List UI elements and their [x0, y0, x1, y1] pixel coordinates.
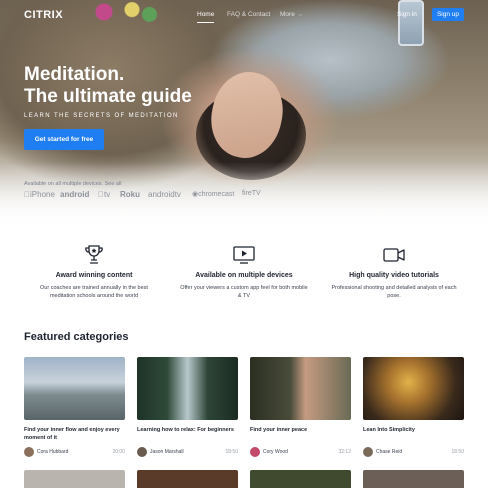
- card-author: Cora Hubbard: [37, 449, 69, 455]
- feature-video: High quality video tutorials Professiona…: [324, 244, 464, 300]
- card-thumbnail[interactable]: [363, 357, 464, 420]
- feature-description: Our coaches are trained annually in the …: [40, 285, 148, 299]
- category-card[interactable]: Learning how to relax: For beginners Jas…: [137, 357, 238, 458]
- logo[interactable]: CITRIX: [24, 9, 63, 21]
- card-author: Chase Reid: [376, 449, 403, 455]
- chevron-down-icon: ⌵: [298, 12, 303, 18]
- category-card[interactable]: Find your inner flow and enjoy every mom…: [24, 357, 125, 458]
- card-title[interactable]: Find your inner peace: [250, 426, 351, 442]
- card-author: Jason Marshall: [150, 449, 184, 455]
- feature-title: High quality video tutorials: [349, 272, 439, 279]
- card-meta: Cory Wood 32:12: [250, 446, 351, 458]
- get-started-button[interactable]: Get started for free: [24, 129, 104, 150]
- hero-subtitle: LEARN THE SECRETS OF MEDITATION: [24, 113, 179, 119]
- avatar: [24, 447, 34, 457]
- hero-title-line-1: Meditation.: [24, 64, 125, 85]
- card-thumbnail[interactable]: [250, 357, 351, 420]
- card-thumbnail[interactable]: [137, 357, 238, 420]
- play-screen-icon: [233, 246, 255, 264]
- hero-title-line-2: The ultimate guide: [24, 86, 192, 107]
- avatar: [250, 447, 260, 457]
- card-title[interactable]: Learning how to relax: For beginners: [137, 426, 238, 442]
- category-card[interactable]: Lean Into Simplicity Chase Reid 18:50: [363, 357, 464, 458]
- feature-title: Award winning content: [55, 272, 133, 279]
- card-title[interactable]: Lean Into Simplicity: [363, 426, 464, 442]
- card-thumbnail[interactable]: [24, 357, 125, 420]
- signup-button[interactable]: Sign up: [432, 8, 464, 21]
- card-duration: 32:12: [338, 449, 351, 455]
- hero-title: Meditation. The ultimate guide: [24, 64, 192, 108]
- card-duration: 18:50: [225, 449, 238, 455]
- featured-categories-title: Featured categories: [24, 331, 129, 343]
- category-card-partial[interactable]: [250, 470, 351, 488]
- feature-award: Award winning content Our coaches are tr…: [24, 244, 164, 300]
- platform-android: android: [60, 190, 90, 199]
- platform-appletv: tv: [98, 190, 110, 199]
- platform-roku: Roku: [120, 190, 140, 199]
- platform-iphone: iPhone: [24, 190, 55, 199]
- feature-devices: Available on multiple devices Offer your…: [174, 244, 314, 300]
- feature-description: Professional shooting and detailed analy…: [331, 285, 457, 299]
- feature-description: Offer your viewers a custom app feel for…: [180, 285, 308, 299]
- feature-title: Available on multiple devices: [195, 272, 293, 279]
- category-card-partial[interactable]: [137, 470, 238, 488]
- card-meta: Chase Reid 18:50: [363, 446, 464, 458]
- platform-firetv: fireTV: [242, 190, 261, 197]
- top-nav: CITRIX Home FAQ & Contact More ⌵ Sign in…: [0, 0, 488, 30]
- award-trophy-icon: [85, 245, 103, 264]
- signin-link[interactable]: Sign in: [397, 11, 417, 18]
- card-duration: 20:00: [112, 449, 125, 455]
- nav-faq-contact[interactable]: FAQ & Contact: [227, 11, 270, 18]
- nav-more[interactable]: More ⌵: [280, 11, 302, 18]
- platform-androidtv: androidtv: [148, 190, 181, 199]
- card-author: Cory Wood: [263, 449, 288, 455]
- video-camera-icon: [383, 248, 405, 262]
- category-card-partial[interactable]: [363, 470, 464, 488]
- nav-home[interactable]: Home: [197, 11, 215, 23]
- card-duration: 18:50: [451, 449, 464, 455]
- avatar: [363, 447, 373, 457]
- card-meta: Jason Marshall 18:50: [137, 446, 238, 458]
- devices-label[interactable]: Available on all multiple devices. See a…: [24, 181, 121, 187]
- category-card-partial[interactable]: [24, 470, 125, 488]
- category-card[interactable]: Find your inner peace Cory Wood 32:12: [250, 357, 351, 458]
- nav-more-label: More: [280, 11, 295, 18]
- card-meta: Cora Hubbard 20:00: [24, 446, 125, 458]
- avatar: [137, 447, 147, 457]
- card-title[interactable]: Find your inner flow and enjoy every mom…: [24, 426, 125, 442]
- platform-chromecast: ◉chromecast: [192, 191, 235, 198]
